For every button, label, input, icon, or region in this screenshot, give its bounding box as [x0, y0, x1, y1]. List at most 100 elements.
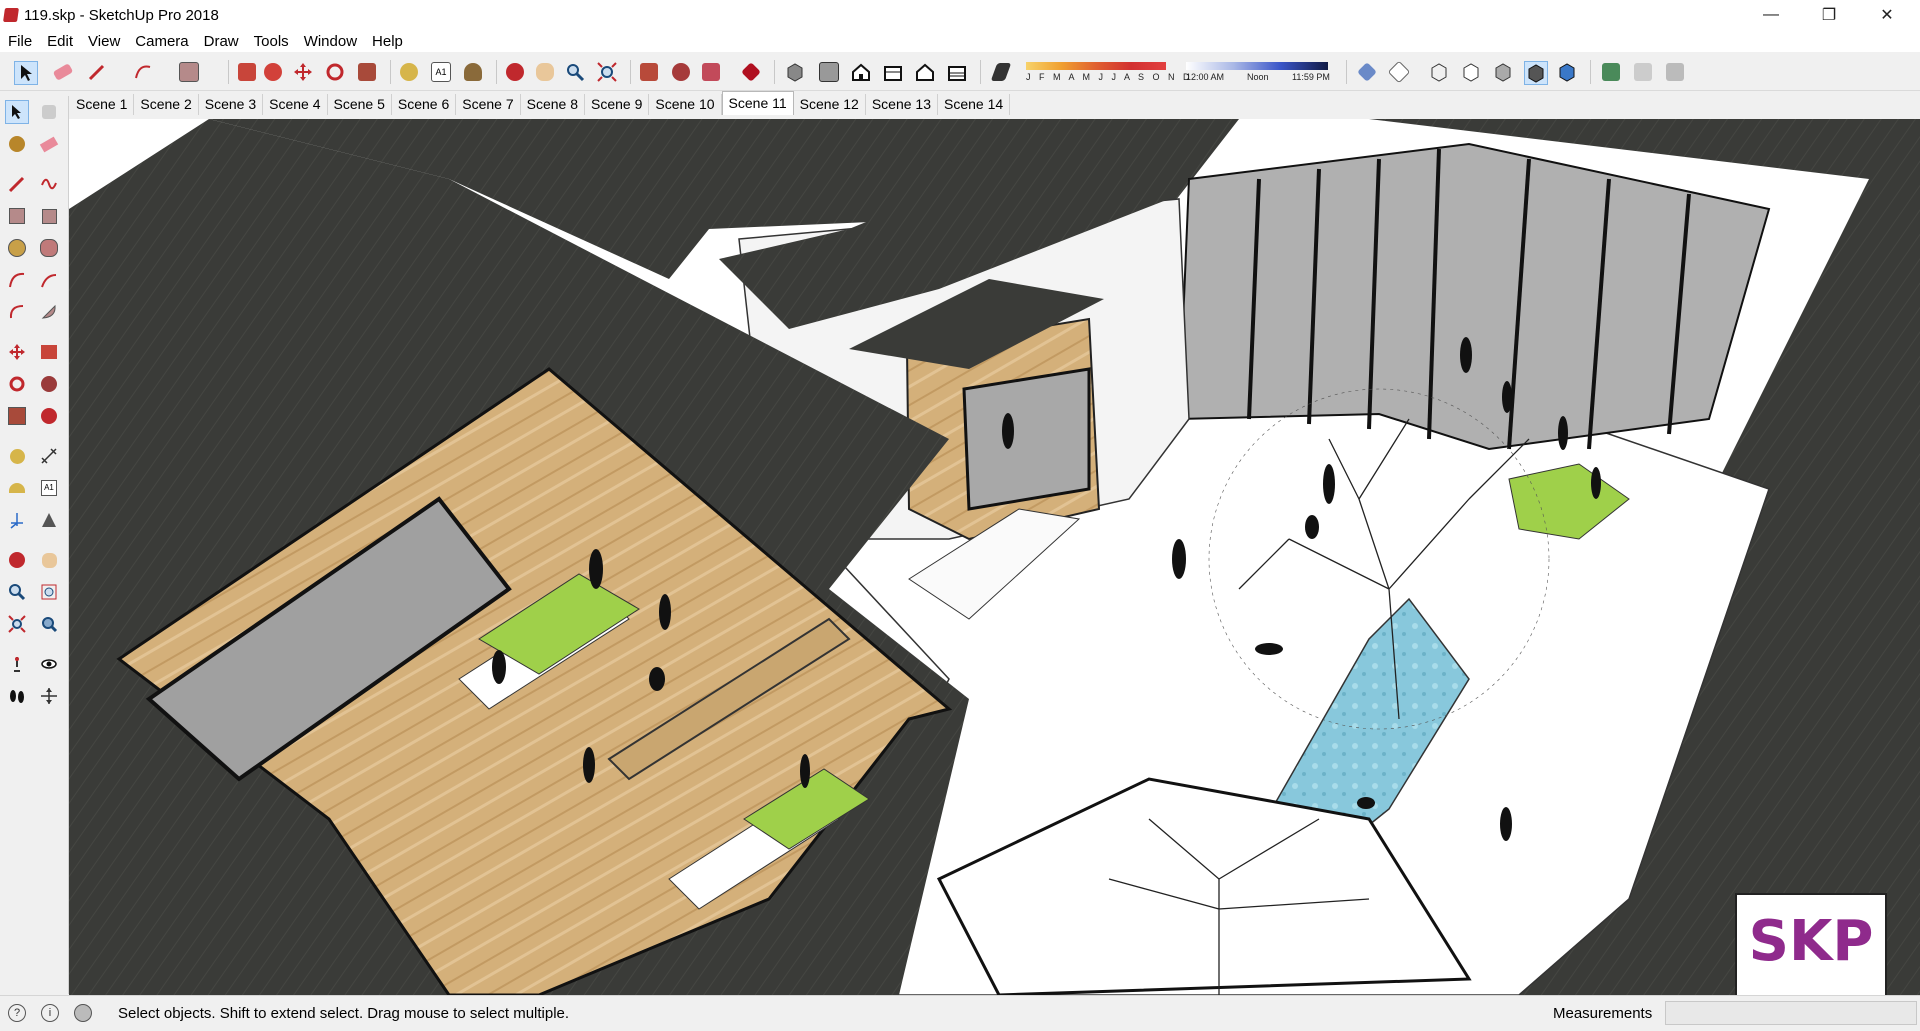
axes-icon[interactable] — [5, 508, 29, 532]
paint-bucket-tool-icon[interactable] — [462, 61, 484, 83]
zoom-icon[interactable] — [5, 580, 29, 604]
extension-warehouse-icon[interactable] — [670, 61, 692, 83]
line-tool-icon[interactable] — [86, 61, 108, 83]
ruby-console-icon[interactable] — [740, 61, 762, 83]
zoom-extents-icon[interactable] — [5, 612, 29, 636]
tab-scene-9[interactable]: Scene 9 — [585, 94, 650, 115]
two-point-arc-icon[interactable] — [37, 268, 61, 292]
tab-scene-2[interactable]: Scene 2 — [134, 94, 199, 115]
walk-icon[interactable] — [5, 684, 29, 708]
rectangle-tool-icon[interactable] — [178, 61, 200, 83]
shaded-textures-style-icon[interactable] — [1524, 61, 1548, 85]
paint-bucket-icon[interactable] — [5, 132, 29, 156]
previous-view-icon[interactable] — [37, 612, 61, 636]
add-location-icon[interactable] — [1600, 61, 1622, 83]
pie-icon[interactable] — [37, 300, 61, 324]
user-account-icon[interactable] — [74, 1004, 92, 1022]
section-plane-icon[interactable] — [37, 684, 61, 708]
tab-scene-11[interactable]: Scene 11 — [721, 91, 794, 115]
eraser-icon[interactable] — [37, 132, 61, 156]
monochrome-style-icon[interactable] — [1556, 61, 1578, 83]
select-icon[interactable] — [5, 100, 29, 124]
right-view-icon[interactable] — [882, 61, 904, 83]
protractor-icon[interactable] — [5, 476, 29, 500]
offset-icon[interactable] — [37, 404, 61, 428]
menu-view[interactable]: View — [80, 33, 127, 50]
restore-button[interactable]: ❐ — [1806, 0, 1852, 30]
orbit-tool-icon[interactable] — [504, 61, 526, 83]
menu-tools[interactable]: Tools — [246, 33, 296, 50]
menu-camera[interactable]: Camera — [127, 33, 195, 50]
pan-tool-icon[interactable] — [534, 61, 556, 83]
tab-scene-13[interactable]: Scene 13 — [866, 94, 939, 115]
left-view-icon[interactable] — [946, 61, 968, 83]
rectangle-icon[interactable] — [5, 204, 29, 228]
credits-info-icon[interactable]: i — [41, 1004, 59, 1022]
follow-me-icon[interactable] — [37, 372, 61, 396]
tab-scene-10[interactable]: Scene 10 — [649, 94, 722, 115]
make-component-icon[interactable] — [37, 100, 61, 124]
freehand-icon[interactable] — [37, 172, 61, 196]
shadow-month-slider[interactable] — [1026, 62, 1166, 70]
tab-scene-12[interactable]: Scene 12 — [794, 94, 866, 115]
wireframe-style-icon[interactable] — [1428, 61, 1450, 83]
top-view-icon[interactable] — [818, 61, 840, 83]
zoom-tool-icon[interactable] — [564, 61, 586, 83]
orbit-icon[interactable] — [5, 548, 29, 572]
tab-scene-7[interactable]: Scene 7 — [456, 94, 521, 115]
position-camera-icon[interactable] — [5, 652, 29, 676]
arc-tool-icon[interactable] — [132, 61, 154, 83]
follow-me-tool-icon[interactable] — [262, 61, 284, 83]
tab-scene-4[interactable]: Scene 4 — [263, 94, 328, 115]
tab-scene-1[interactable]: Scene 1 — [70, 94, 135, 115]
scale-tool-icon[interactable] — [356, 61, 378, 83]
menu-window[interactable]: Window — [296, 33, 364, 50]
rotated-rectangle-icon[interactable] — [37, 204, 61, 228]
push-pull-icon[interactable] — [37, 340, 61, 364]
shadows-toggle-icon[interactable] — [990, 61, 1012, 83]
tape-measure-tool-icon[interactable] — [398, 61, 420, 83]
eraser-tool-icon[interactable] — [52, 61, 74, 83]
tab-scene-8[interactable]: Scene 8 — [521, 94, 585, 115]
model-scene[interactable] — [69, 119, 1920, 995]
shadow-time-slider[interactable] — [1186, 62, 1328, 70]
look-around-icon[interactable] — [37, 652, 61, 676]
share-model-icon[interactable] — [700, 61, 722, 83]
iso-view-icon[interactable] — [784, 61, 806, 83]
scale-icon[interactable] — [5, 404, 29, 428]
zoom-window-icon[interactable] — [37, 580, 61, 604]
rotate-icon[interactable] — [5, 372, 29, 396]
text-tool-icon[interactable]: A1 — [430, 61, 452, 83]
move-icon[interactable] — [5, 340, 29, 364]
shaded-style-icon[interactable] — [1492, 61, 1514, 83]
select-tool-icon[interactable] — [14, 61, 38, 85]
text-icon[interactable]: A1 — [37, 476, 61, 500]
menu-file[interactable]: File — [0, 33, 39, 50]
move-tool-icon[interactable] — [292, 61, 314, 83]
minimize-button[interactable]: — — [1748, 0, 1794, 30]
back-view-icon[interactable] — [914, 61, 936, 83]
toggle-terrain-icon[interactable] — [1632, 61, 1654, 83]
measurements-input[interactable] — [1665, 1001, 1917, 1025]
rotate-tool-icon[interactable] — [324, 61, 346, 83]
three-point-arc-icon[interactable] — [5, 300, 29, 324]
tab-scene-6[interactable]: Scene 6 — [392, 94, 457, 115]
front-view-icon[interactable] — [850, 61, 872, 83]
polygon-icon[interactable] — [37, 236, 61, 260]
line-icon[interactable] — [5, 172, 29, 196]
zoom-extents-tool-icon[interactable] — [596, 61, 618, 83]
3d-warehouse-icon[interactable] — [638, 61, 660, 83]
circle-icon[interactable] — [5, 236, 29, 260]
menu-draw[interactable]: Draw — [196, 33, 246, 50]
tab-scene-3[interactable]: Scene 3 — [199, 94, 264, 115]
photo-textures-icon[interactable] — [1664, 61, 1686, 83]
push-pull-tool-icon[interactable] — [236, 61, 258, 83]
xray-style-icon[interactable] — [1356, 61, 1378, 83]
tab-scene-5[interactable]: Scene 5 — [328, 94, 392, 115]
arc-icon[interactable] — [5, 268, 29, 292]
close-button[interactable]: ✕ — [1864, 0, 1910, 30]
menu-help[interactable]: Help — [364, 33, 410, 50]
geo-location-icon[interactable]: ? — [8, 1004, 26, 1022]
back-edges-style-icon[interactable] — [1387, 60, 1411, 84]
3d-text-icon[interactable] — [37, 508, 61, 532]
